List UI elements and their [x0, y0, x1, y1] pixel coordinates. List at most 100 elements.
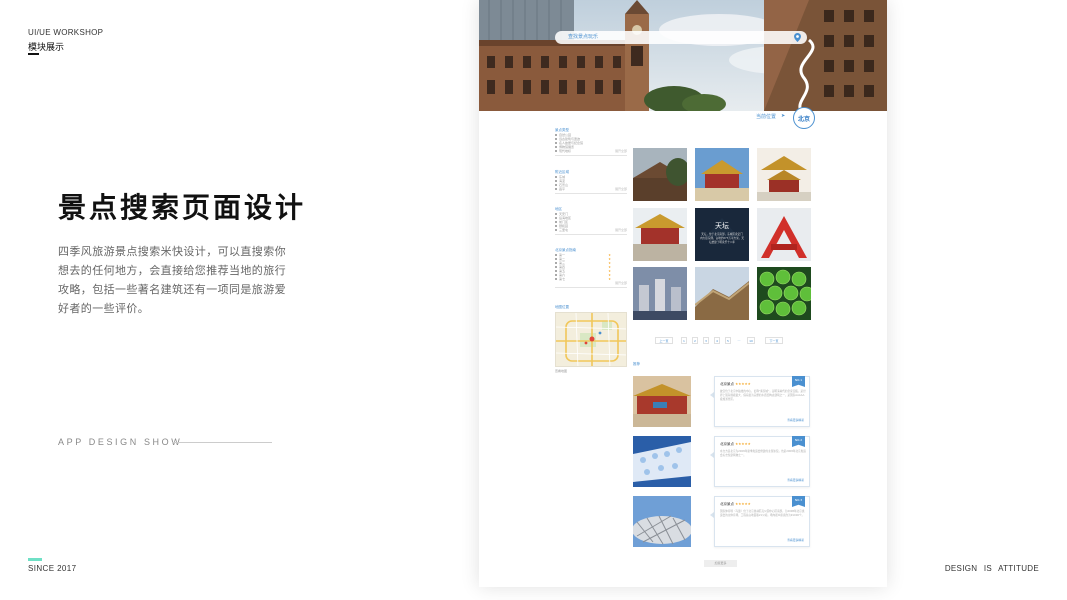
review-photo[interactable]	[633, 496, 691, 547]
read-more-link[interactable]: 查看更多精彩	[787, 478, 804, 482]
map-caption[interactable]: 查看地图	[555, 369, 567, 373]
app-design-show-label: APP DESIGN SHOW	[58, 437, 183, 447]
review-name: 北京景点 ★★★★★	[720, 502, 751, 506]
description-line: 想去的任何地方，会直接给您推荐当地的旅行	[58, 264, 286, 277]
expand-all-row[interactable]: 展开全部	[555, 281, 627, 285]
location-pin-icon[interactable]	[794, 33, 801, 42]
checkbox-icon[interactable]	[555, 150, 557, 152]
attraction-tile[interactable]	[633, 267, 687, 320]
filter-group-region: 地区 天安门 后海地区 前门区 颐和园 三里屯 展开全部	[555, 207, 627, 235]
expand-all-link[interactable]: 展开全部	[615, 149, 627, 153]
hero-banner: 查找景点玩乐	[479, 0, 887, 111]
reviews-title: 推荐	[633, 362, 640, 366]
rank-badge: NO.1	[792, 376, 805, 387]
page-button[interactable]: 3	[703, 337, 709, 344]
checkbox-icon[interactable]	[555, 213, 557, 215]
page-button[interactable]: 1	[681, 337, 687, 344]
divider	[555, 287, 627, 288]
page-button[interactable]: 2	[692, 337, 698, 344]
checkbox-icon[interactable]	[555, 176, 557, 178]
filter-group-type: 景点类型 自然公园 远古建筑与遗迹 名人故居与纪念馆 博物馆展览 现代地标 展开全…	[555, 128, 627, 156]
checkbox-icon[interactable]	[555, 221, 557, 223]
page-title: 景点搜索页面设计	[58, 191, 307, 224]
checkbox-icon[interactable]	[555, 142, 557, 144]
checkbox-icon[interactable]	[555, 217, 557, 219]
divider	[555, 193, 627, 194]
attraction-tile[interactable]	[633, 208, 687, 261]
description-line: 攻略，包括一些著名建筑还有一项同是旅游爱	[58, 283, 286, 296]
checkbox-icon[interactable]	[555, 180, 557, 182]
tile-description: 天坛，位于北京南部，东城区永定门内大街东侧。占地约273万平方米。天坛始建于明永…	[700, 233, 744, 244]
next-page-button[interactable]: 下一页	[765, 337, 783, 344]
review-card[interactable]: 北京景点 ★★★★★ NO.2 水立方是北京为2008年夏季奥运会修建的主游泳馆…	[714, 436, 810, 487]
load-more-button[interactable]: 加载更多	[704, 560, 737, 567]
page-button[interactable]: 10	[747, 337, 755, 344]
filter-option[interactable]: 现代地标 展开全部	[555, 149, 627, 153]
description-line: 好者的一些评价。	[58, 302, 150, 315]
review-name: 北京景点 ★★★★★	[720, 382, 751, 386]
checkbox-icon[interactable]	[555, 229, 557, 231]
checkbox-icon[interactable]	[555, 188, 557, 190]
search-placeholder: 查找景点玩乐	[568, 34, 599, 40]
expand-all-link[interactable]: 展开全部	[615, 228, 627, 232]
city-selector[interactable]: 北京	[793, 107, 815, 129]
current-location-label: 当前位置	[756, 114, 777, 120]
mockup-page: 查找景点玩乐 当前位置 ➤ 北京 景点类型 自然公园 远古建筑与遗迹 名人故居与…	[479, 0, 887, 587]
checkbox-icon[interactable]	[555, 258, 557, 260]
map-marker-icon	[589, 336, 595, 342]
divider	[555, 234, 627, 235]
review-text: 国家体育场（鸟巢）位于北京奥林匹克公园中心区南部，为2008年北京奥运会的主体育…	[720, 510, 805, 518]
page-button[interactable]: 4	[714, 337, 720, 344]
attraction-tile-featured[interactable]: 天坛 天坛，位于北京南部，东城区永定门内大街东侧。占地约273万平方米。天坛始建…	[695, 208, 749, 261]
expand-all-link[interactable]: 展开全部	[615, 281, 627, 285]
attraction-tile[interactable]	[695, 148, 749, 201]
review-text: 水立方是北京为2008年夏季奥运会修建的主游泳馆，也是2008年北京奥运会标志性…	[720, 450, 806, 458]
read-more-link[interactable]: 查看更多精彩	[787, 418, 804, 422]
review-card[interactable]: 北京景点 ★★★★★ NO.3 国家体育场（鸟巢）位于北京奥林匹克公园中心区南部…	[714, 496, 810, 547]
prev-page-button[interactable]: 上一页	[655, 337, 673, 344]
read-more-link[interactable]: 查看更多精彩	[787, 538, 804, 542]
expand-all-link[interactable]: 展开全部	[615, 187, 627, 191]
attraction-tile[interactable]	[757, 148, 811, 201]
checkbox-icon[interactable]	[555, 184, 557, 186]
attraction-tile[interactable]	[757, 208, 811, 261]
checkbox-icon[interactable]	[555, 254, 557, 256]
filter-option[interactable]: 昌平 展开全部	[555, 187, 627, 191]
checkbox-icon[interactable]	[555, 266, 557, 268]
pagination: 上一页 1 2 3 4 5 … 10 下一页	[655, 337, 789, 345]
attraction-tile[interactable]	[633, 148, 687, 201]
tile-title: 天坛	[715, 222, 729, 230]
checkbox-icon[interactable]	[555, 274, 557, 276]
map-image[interactable]	[556, 313, 627, 367]
review-item: 北京景点 ★★★★★ NO.2 水立方是北京为2008年夏季奥运会修建的主游泳馆…	[633, 436, 811, 488]
checkbox-icon[interactable]	[555, 278, 557, 280]
tile-overlay: 天坛 天坛，位于北京南部，东城区永定门内大街东侧。占地约273万平方米。天坛始建…	[695, 208, 749, 261]
review-photo[interactable]	[633, 376, 691, 427]
checkbox-icon[interactable]	[555, 270, 557, 272]
checkbox-icon[interactable]	[555, 146, 557, 148]
rating-stars-icon: ★★★★★	[735, 442, 751, 446]
page-button[interactable]: 5	[725, 337, 731, 344]
filter-option[interactable]: 三里屯 展开全部	[555, 228, 627, 232]
divider	[172, 442, 272, 443]
rating-stars-icon: ★★★★★	[735, 382, 751, 386]
review-photo[interactable]	[633, 436, 691, 487]
checkbox-icon[interactable]	[555, 138, 557, 140]
accent-bar	[28, 558, 42, 561]
search-bar[interactable]: 查找景点玩乐	[555, 31, 807, 44]
city-name: 北京	[797, 116, 810, 123]
map-widget[interactable]	[555, 312, 627, 367]
rank-badge: NO.3	[792, 496, 805, 507]
attraction-tile[interactable]	[757, 267, 811, 320]
checkbox-icon[interactable]	[555, 225, 557, 227]
rank-badge: NO.2	[792, 436, 805, 447]
filter-group-guide: 北京景点指南 第一 ★ 第二 ★ 第三 ★ 第四 ★ 第五 ★ 第六 ★ 第七 ★ 展开全部	[555, 248, 627, 288]
checkbox-icon[interactable]	[555, 134, 557, 136]
attitude-label: DESIGN IS ATTITUDE	[944, 564, 1039, 573]
map-title: 地图位置	[555, 305, 569, 309]
workshop-label: UI/UE WORKSHOP	[28, 28, 104, 37]
checkbox-icon[interactable]	[555, 262, 557, 264]
review-item: 北京景点 ★★★★★ NO.1 故宫位于北京中轴线的中心，旧称“紫禁城”，是明清…	[633, 376, 811, 428]
attraction-tile[interactable]	[695, 267, 749, 320]
review-card[interactable]: 北京景点 ★★★★★ NO.1 故宫位于北京中轴线的中心，旧称“紫禁城”，是明清…	[714, 376, 810, 427]
